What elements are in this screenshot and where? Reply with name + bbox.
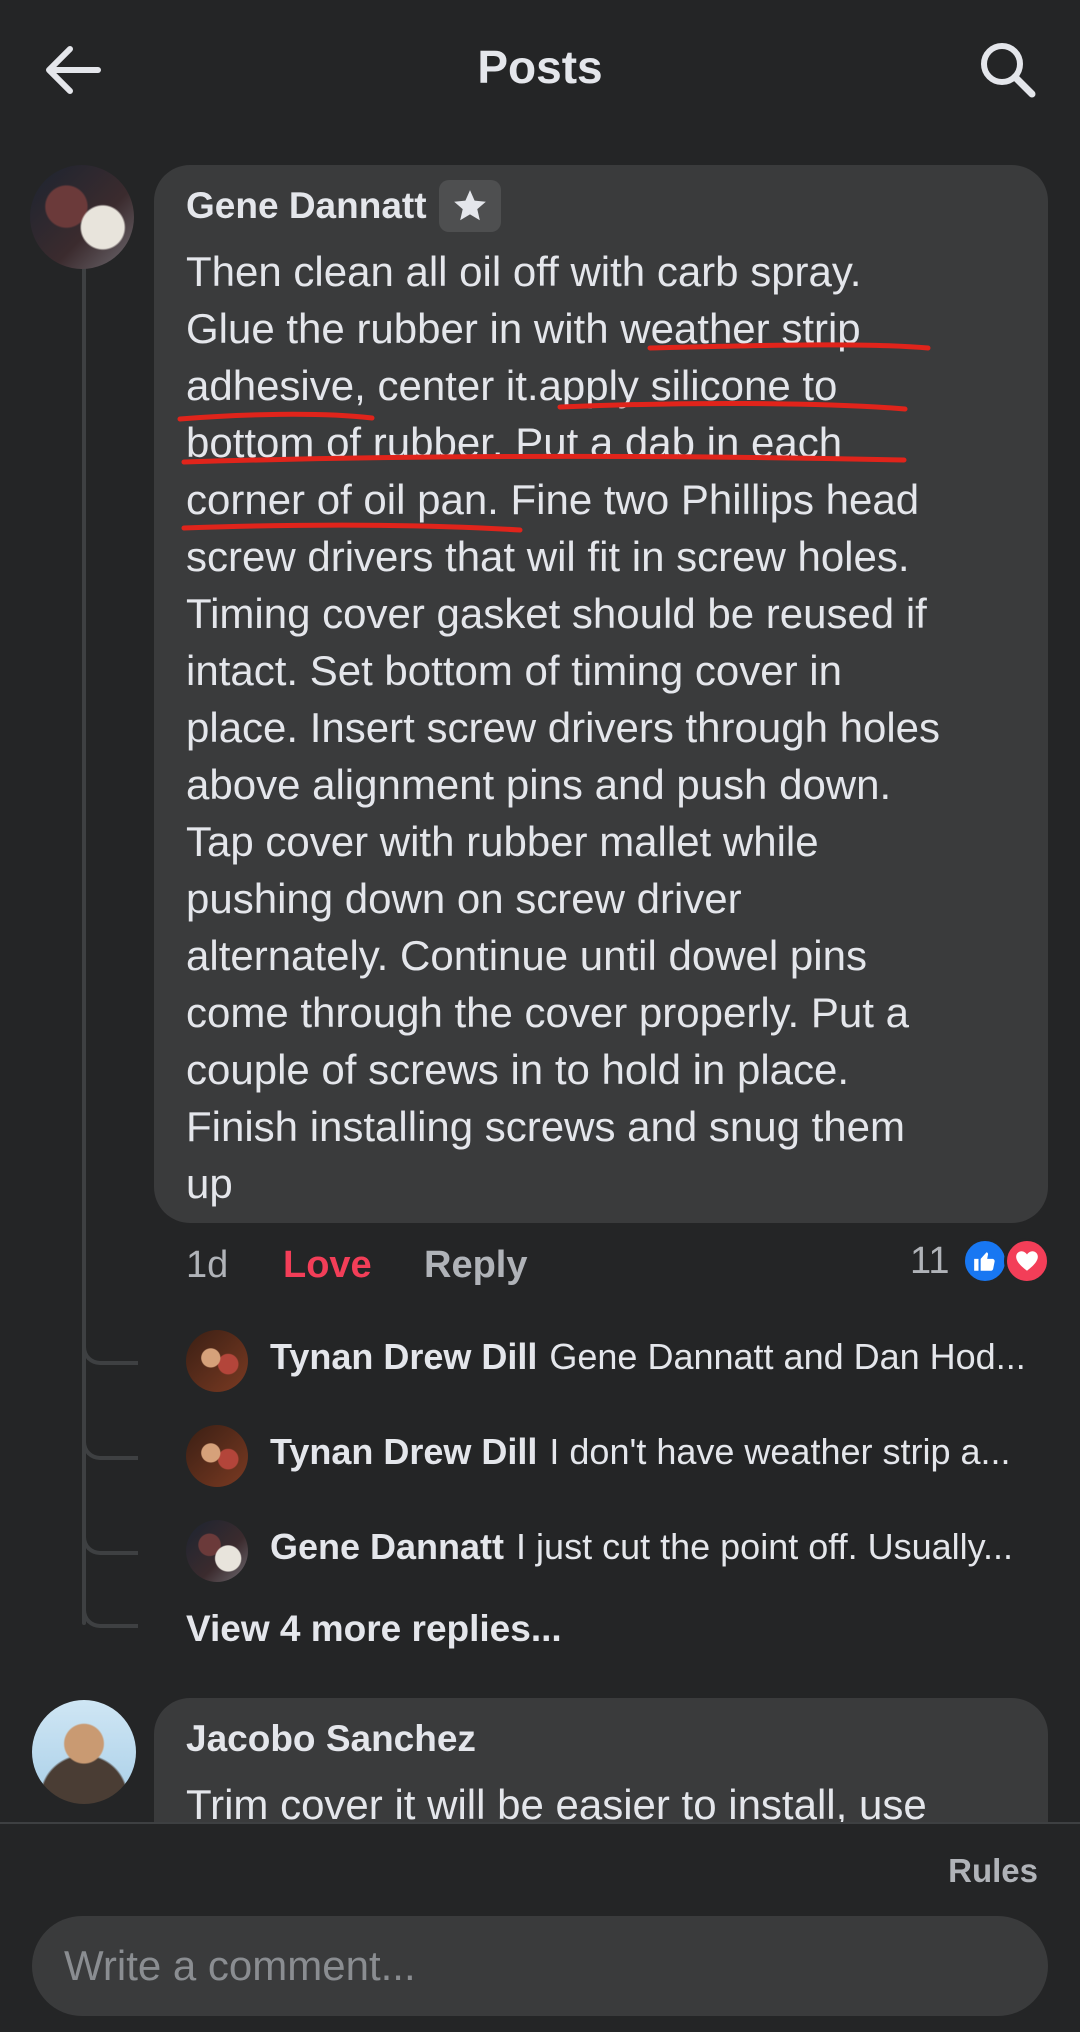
avatar[interactable] — [30, 165, 134, 269]
comment-line: screw drivers that wil fit in screw hole… — [186, 533, 910, 580]
reply-author[interactable]: Tynan Drew Dill — [270, 1336, 537, 1377]
comment-line: Glue the rubber in with weather strip — [186, 305, 861, 352]
comment-line: Finish installing screws and snug them — [186, 1103, 906, 1150]
comment-line: Timing cover gasket should be reused if — [186, 590, 927, 637]
comment-author[interactable]: Gene Dannatt — [186, 185, 427, 227]
page-title: Posts — [477, 41, 603, 93]
comment-line: come through the cover properly. Put a — [186, 989, 909, 1036]
avatar[interactable] — [186, 1425, 248, 1487]
reply-author[interactable]: Gene Dannatt — [270, 1526, 504, 1567]
top-fan-badge[interactable] — [439, 180, 501, 232]
love-button[interactable]: Love — [283, 1244, 372, 1287]
comment-line: up — [186, 1160, 233, 1207]
reply-item[interactable]: Gene Dannatt I just cut the point off. Us… — [186, 1520, 1046, 1584]
comment-line: Tap cover with rubber mallet while — [186, 818, 819, 865]
comment-time: 1d — [186, 1244, 229, 1286]
view-more-replies-link[interactable]: View 4 more replies... — [186, 1608, 562, 1650]
heart-icon[interactable] — [1004, 1238, 1050, 1284]
search-icon — [981, 43, 1036, 98]
thread-branch — [82, 1420, 138, 1460]
comment-line: couple of screws in to hold in place. — [186, 1046, 850, 1093]
thread-branch — [82, 1325, 138, 1365]
comment-text: Then clean all oil off with carb spray. … — [186, 243, 1026, 1212]
comment-author[interactable]: Jacobo Sanchez — [186, 1718, 476, 1760]
reply-snippet: I just cut the point off. Usually... — [516, 1526, 1013, 1567]
avatar[interactable] — [186, 1330, 248, 1392]
comment-bubble[interactable]: Gene Dannatt Then clean all oil off with… — [154, 165, 1048, 1223]
reply-item[interactable]: Tynan Drew Dill Gene Dannatt and Dan Hod.… — [186, 1330, 1046, 1394]
reply-author[interactable]: Tynan Drew Dill — [270, 1431, 537, 1472]
comment-line: above alignment pins and push down. — [186, 761, 892, 808]
thread-branch — [82, 1515, 138, 1555]
search-button[interactable] — [974, 36, 1040, 102]
thread-branch — [82, 1588, 138, 1628]
comment-line: adhesive, center it.apply silicone to — [186, 362, 838, 409]
avatar[interactable] — [32, 1700, 136, 1804]
thumbs-up-icon — [974, 1252, 995, 1271]
star-icon — [454, 190, 486, 221]
reply-snippet: I don't have weather strip a... — [549, 1431, 1011, 1472]
comment-line: alternately. Continue until dowel pins — [186, 932, 867, 979]
top-bar: Posts — [0, 0, 1080, 140]
comment-line: intact. Set bottom of timing cover in — [186, 647, 842, 694]
reply-button[interactable]: Reply — [424, 1244, 527, 1287]
reply-item[interactable]: Tynan Drew Dill I don't have weather stri… — [186, 1425, 1046, 1489]
comment-line: bottom of rubber. Put a dab in each — [186, 419, 843, 466]
comment-line: pushing down on screw driver — [186, 875, 742, 922]
rules-link[interactable]: Rules — [948, 1852, 1038, 1890]
comment-line: place. Insert screw drivers through hole… — [186, 704, 941, 751]
reaction-count[interactable]: 11 — [910, 1240, 949, 1283]
comment-line: corner of oil pan. Fine two Phillips hea… — [186, 476, 920, 523]
reply-snippet: Gene Dannatt and Dan Hod... — [549, 1336, 1026, 1377]
heart-shape-icon — [1016, 1251, 1038, 1271]
bottom-bar: Rules Write a comment... — [0, 1822, 1080, 2032]
like-icon[interactable] — [962, 1238, 1008, 1284]
avatar[interactable] — [186, 1520, 248, 1582]
write-comment-input[interactable]: Write a comment... — [32, 1916, 1048, 2016]
comment-line: Then clean all oil off with carb spray. — [186, 248, 862, 295]
